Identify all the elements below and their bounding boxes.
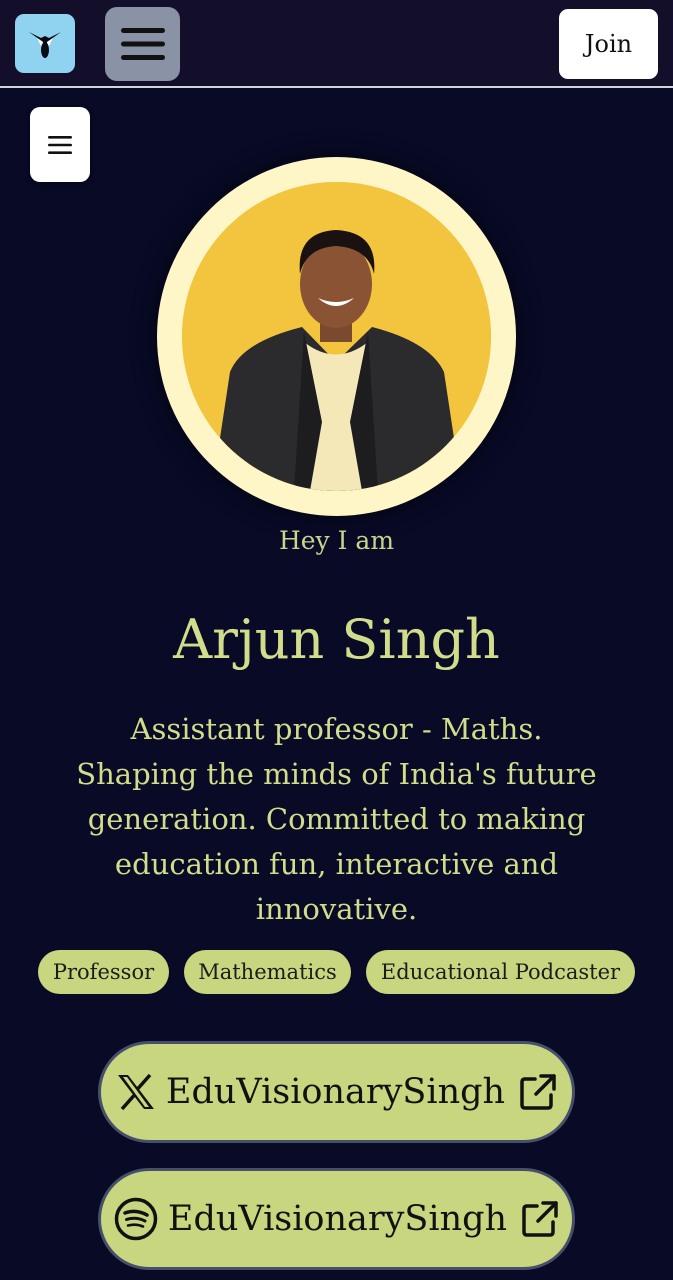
profile-name: Arjun Singh: [173, 608, 500, 671]
greeting-text: Hey I am: [278, 526, 395, 555]
sidebar-toggle-button[interactable]: [30, 107, 90, 182]
external-link-icon: [520, 1074, 556, 1110]
join-button[interactable]: Join: [559, 9, 658, 79]
tag-educational-podcaster: Educational Podcaster: [366, 950, 635, 994]
link-x-profile[interactable]: EduVisionarySingh: [98, 1041, 575, 1143]
x-logo-icon: [117, 1073, 154, 1111]
link-label: EduVisionarySingh: [167, 1199, 508, 1239]
avatar: [182, 182, 491, 491]
hamburger-menu-icon: [48, 135, 72, 154]
tag-mathematics: Mathematics: [184, 950, 351, 994]
main-menu-button[interactable]: [105, 7, 180, 81]
tag-professor: Professor: [38, 950, 169, 994]
external-link-icon: [522, 1201, 558, 1237]
owl-logo-icon[interactable]: [15, 14, 75, 73]
top-bar: Join: [0, 0, 673, 88]
spotify-icon: [114, 1197, 158, 1241]
hamburger-menu-icon: [120, 28, 165, 60]
link-label: EduVisionarySingh: [165, 1072, 506, 1112]
link-spotify-profile[interactable]: EduVisionarySingh: [98, 1168, 575, 1270]
profile-bio: Assistant professor - Maths. Shaping the…: [76, 712, 597, 926]
